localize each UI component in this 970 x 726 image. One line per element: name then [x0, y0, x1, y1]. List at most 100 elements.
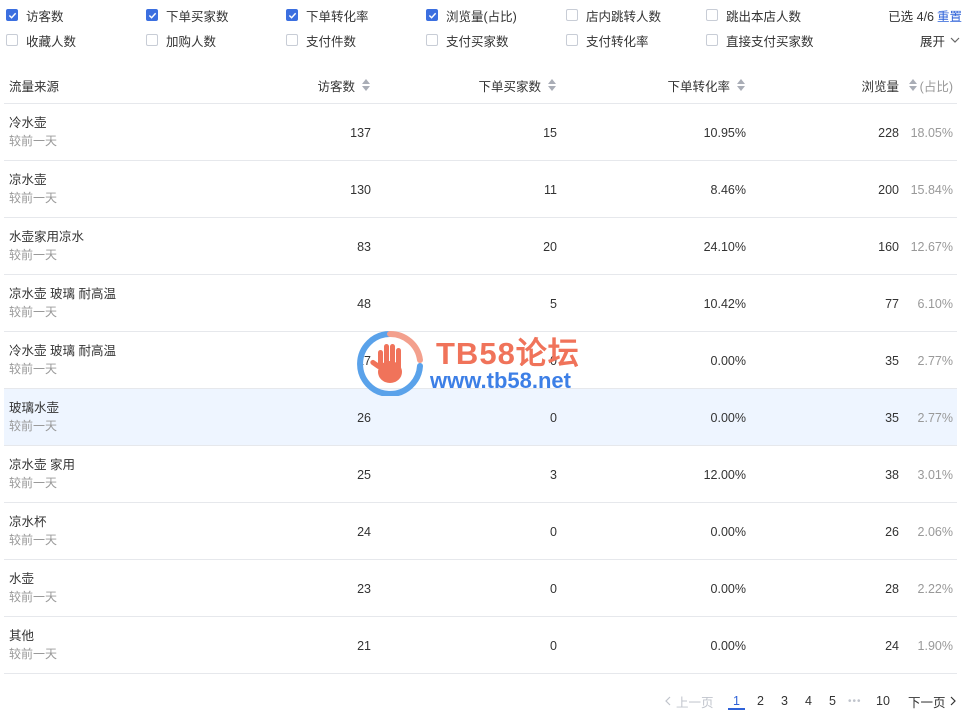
page-2[interactable]: 2 — [757, 686, 764, 716]
page-ellipsis[interactable]: ••• — [848, 686, 862, 716]
checkbox-icon[interactable] — [706, 34, 718, 46]
sort-icon[interactable] — [908, 79, 917, 91]
reset-button[interactable]: 重置 — [937, 2, 962, 28]
conversion-cell: 10.95% — [703, 125, 746, 140]
header-buyers[interactable]: 下单买家数 — [478, 66, 556, 104]
pageviews-cell: 26 — [885, 524, 899, 539]
checkbox-icon[interactable] — [706, 9, 718, 21]
table-row[interactable]: 冷水壶 较前一天 137 15 10.95% 228 18.05% — [4, 104, 957, 161]
share-cell: 1.90% — [917, 638, 953, 653]
filter-label: 支付件数 — [306, 34, 357, 49]
table-row[interactable]: 凉水杯 较前一天 24 0 0.00% 26 2.06% — [4, 503, 957, 560]
filter-add-to-cart[interactable]: 加购人数 — [146, 27, 216, 53]
conversion-cell: 0.00% — [710, 638, 746, 653]
source-cell: 水壶 较前一天 — [9, 570, 57, 606]
filter-label: 下单转化率 — [306, 9, 369, 24]
visitors-cell: 137 — [350, 125, 371, 140]
filter-label: 加购人数 — [166, 34, 217, 49]
compare-label: 较前一天 — [9, 248, 58, 262]
conversion-cell: 12.00% — [703, 467, 746, 482]
page-10[interactable]: 10 — [876, 686, 890, 716]
checkbox-icon[interactable] — [286, 9, 298, 21]
next-page-button[interactable]: 下一页 — [908, 686, 957, 716]
expand-button[interactable]: 展开 — [920, 27, 960, 53]
table-row[interactable]: 凉水壶 玻璃 耐高温 较前一天 48 5 10.42% 77 6.10% — [4, 275, 957, 332]
prev-label: 上一页 — [676, 695, 714, 710]
compare-label: 较前一天 — [9, 134, 58, 148]
filter-paid-items[interactable]: 支付件数 — [286, 27, 356, 53]
header-source: 流量来源 — [9, 66, 59, 104]
checkbox-icon[interactable] — [6, 34, 18, 46]
visitors-cell: 26 — [357, 410, 371, 425]
checkbox-icon[interactable] — [146, 34, 158, 46]
table-row[interactable]: 凉水壶 较前一天 130 11 8.46% 200 15.84% — [4, 161, 957, 218]
filter-visitors[interactable]: 访客数 — [6, 2, 64, 28]
conversion-cell: 0.00% — [710, 581, 746, 596]
filter-paid-conversion[interactable]: 支付转化率 — [566, 27, 649, 53]
share-cell: 6.10% — [917, 296, 953, 311]
checkbox-icon[interactable] — [426, 34, 438, 46]
visitors-cell: 25 — [357, 467, 371, 482]
header-pageviews[interactable]: 浏览量 — [861, 66, 899, 104]
prev-page-button[interactable]: 上一页 — [664, 686, 714, 716]
buyers-cell: 15 — [543, 125, 557, 140]
filter-paid-buyers[interactable]: 支付买家数 — [426, 27, 509, 53]
source-name: 凉水杯 — [9, 515, 47, 529]
checkbox-icon[interactable] — [566, 34, 578, 46]
filter-order-buyers[interactable]: 下单买家数 — [146, 2, 229, 28]
conversion-cell: 10.42% — [703, 296, 746, 311]
page-4[interactable]: 4 — [805, 686, 812, 716]
selected-count: 已选 4/6 — [888, 9, 934, 24]
filter-favorites[interactable]: 收藏人数 — [6, 27, 76, 53]
sort-icon[interactable] — [548, 79, 556, 91]
source-cell: 其他 较前一天 — [9, 627, 57, 663]
source-cell: 冷水壶 较前一天 — [9, 114, 57, 150]
filter-direct-paid-buyers[interactable]: 直接支付买家数 — [706, 27, 814, 53]
table-row[interactable]: 水壶 较前一天 23 0 0.00% 28 2.22% — [4, 560, 957, 617]
table-body: 冷水壶 较前一天 137 15 10.95% 228 18.05% 凉水壶 较前一天 130 11 8… — [4, 104, 957, 674]
pageviews-cell: 228 — [878, 125, 899, 140]
pageviews-cell: 77 — [885, 296, 899, 311]
pageviews-cell: 35 — [885, 353, 899, 368]
header-visitors[interactable]: 访客数 — [317, 66, 370, 104]
filter-order-conversion[interactable]: 下单转化率 — [286, 2, 369, 28]
conversion-cell: 0.00% — [710, 410, 746, 425]
buyers-cell: 3 — [550, 467, 557, 482]
header-conversion[interactable]: 下单转化率 — [667, 66, 745, 104]
sort-icon[interactable] — [737, 79, 745, 91]
page-3[interactable]: 3 — [781, 686, 788, 716]
page-5[interactable]: 5 — [829, 686, 836, 716]
buyers-cell: 0 — [550, 581, 557, 596]
buyers-cell: 11 — [544, 182, 557, 197]
source-name: 水壶 — [9, 572, 35, 586]
checkbox-icon[interactable] — [286, 34, 298, 46]
checkbox-icon[interactable] — [6, 9, 18, 21]
sort-icon[interactable] — [362, 79, 370, 91]
source-name: 凉水壶 玻璃 耐高温 — [9, 287, 116, 301]
header-label: (占比) — [919, 79, 953, 94]
pageviews-cell: 35 — [885, 410, 899, 425]
filter-label: 收藏人数 — [26, 34, 77, 49]
table-row[interactable]: 玻璃水壶 较前一天 26 0 0.00% 35 2.77% — [4, 389, 957, 446]
filter-pageviews[interactable]: 浏览量(占比) — [426, 2, 517, 28]
table-row[interactable]: 凉水壶 家用 较前一天 25 3 12.00% 38 3.01% — [4, 446, 957, 503]
checkmark-icon — [288, 12, 296, 19]
header-share[interactable]: (占比) — [908, 66, 953, 104]
table-row[interactable]: 其他 较前一天 21 0 0.00% 24 1.90% — [4, 617, 957, 674]
filter-bounce[interactable]: 跳出本店人数 — [706, 2, 801, 28]
filter-in-store-jump[interactable]: 店内跳转人数 — [566, 2, 661, 28]
visitors-cell: 48 — [357, 296, 371, 311]
pageviews-cell: 38 — [885, 467, 899, 482]
table-row[interactable]: 冷水壶 玻璃 耐高温 较前一天 27 0 0.00% 35 2.77% — [4, 332, 957, 389]
page-1[interactable]: 1 — [728, 686, 745, 716]
visitors-cell: 24 — [357, 524, 371, 539]
header-label: 访客数 — [317, 79, 355, 94]
table-row[interactable]: 水壶家用凉水 较前一天 83 20 24.10% 160 12.67% — [4, 218, 957, 275]
checkbox-icon[interactable] — [566, 9, 578, 21]
header-label: 浏览量 — [861, 79, 899, 94]
source-name: 水壶家用凉水 — [9, 230, 85, 244]
header-label: 下单转化率 — [667, 79, 730, 94]
share-cell: 12.67% — [910, 239, 953, 254]
checkbox-icon[interactable] — [426, 9, 438, 21]
checkbox-icon[interactable] — [146, 9, 158, 21]
